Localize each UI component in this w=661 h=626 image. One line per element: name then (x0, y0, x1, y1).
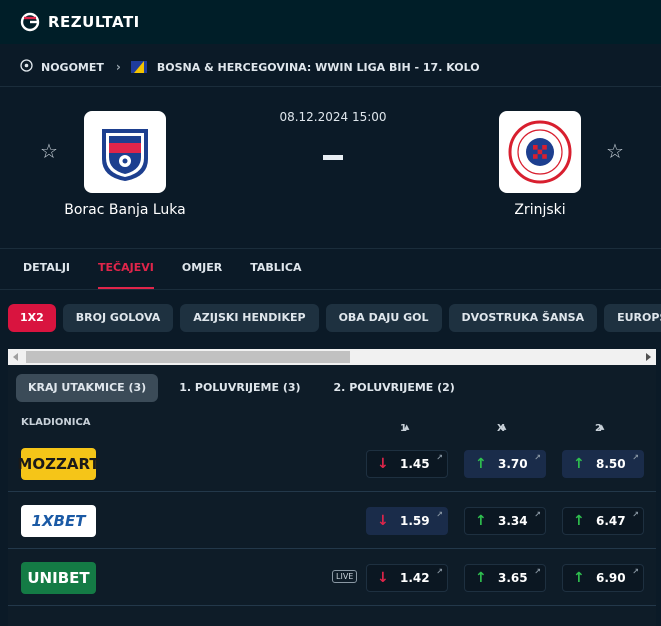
soccer-ball-icon (20, 59, 33, 75)
period-tabs: KRAJ UTAKMICE (3) 1. POLUVRIJEME (3) 2. … (16, 374, 476, 402)
arrow-up-icon: ↑ (475, 570, 487, 586)
score-separator (323, 155, 343, 160)
external-link-icon: ↗ (436, 510, 443, 519)
table-row: UNIBET LIVE ↓ 1.42 ↗ ↑ 3.65 ↗ ↑ 6.90 ↗ (8, 550, 656, 606)
brand-name: REZULTATI (48, 13, 140, 31)
site-logo[interactable]: REZULTATI (20, 12, 140, 32)
arrow-up-icon: ↑ (573, 513, 585, 529)
table-row: 1XBET ↓ 1.59 ↗ ↑ 3.34 ↗ ↑ 6.47 ↗ (8, 493, 656, 549)
external-link-icon: ↗ (436, 567, 443, 576)
unibet-logo[interactable]: UNIBET (21, 562, 96, 594)
scroll-left-icon[interactable] (13, 353, 18, 361)
logo-icon (20, 12, 42, 32)
sort-up-icon: ▲ (404, 423, 410, 431)
home-team-logo[interactable] (84, 111, 166, 193)
odd-away[interactable]: ↑ 8.50 ↗ (562, 450, 644, 478)
away-team-logo[interactable] (499, 111, 581, 193)
scroll-right-icon[interactable] (646, 353, 651, 361)
arrow-up-icon: ↑ (573, 570, 585, 586)
odd-value: 6.90 (596, 571, 626, 585)
odd-value: 3.70 (498, 457, 528, 471)
sort-up-icon: ▲ (599, 423, 605, 431)
favorite-home-star-icon[interactable]: ☆ (38, 140, 60, 162)
market-european-handicap[interactable]: EUROPSKI HENDIKEP (604, 304, 661, 332)
odd-value: 3.34 (498, 514, 528, 528)
market-asian-handicap[interactable]: AZIJSKI HENDIKEP (180, 304, 319, 332)
away-team-name[interactable]: Zrinjski (460, 202, 620, 218)
chevron-right-icon: › (115, 60, 121, 74)
column-bookmaker: KLADIONICA (21, 417, 91, 428)
tab-details[interactable]: DETALJI (23, 249, 70, 289)
period-first-half[interactable]: 1. POLUVRIJEME (3) (167, 374, 312, 402)
odd-home[interactable]: ↓ 1.42 ↗ (366, 564, 448, 592)
market-both-score[interactable]: OBA DAJU GOL (325, 304, 442, 332)
odd-value: 1.42 (400, 571, 430, 585)
arrow-up-icon: ↑ (475, 513, 487, 529)
external-link-icon: ↗ (534, 510, 541, 519)
odd-away[interactable]: ↑ 6.90 ↗ (562, 564, 644, 592)
odd-value: 8.50 (596, 457, 626, 471)
odds-panel: KRAJ UTAKMICE (3) 1. POLUVRIJEME (3) 2. … (8, 365, 656, 626)
odd-value: 1.59 (400, 514, 430, 528)
external-link-icon: ↗ (632, 567, 639, 576)
period-full-time[interactable]: KRAJ UTAKMICE (3) (16, 374, 159, 402)
zrinjski-crest-icon (508, 120, 572, 184)
top-bar: REZULTATI (0, 0, 661, 44)
arrow-up-icon: ↑ (475, 456, 487, 472)
match-datetime: 08.12.2024 15:00 (279, 110, 387, 124)
sort-up-icon: ▲ (501, 423, 507, 431)
external-link-icon: ↗ (436, 453, 443, 462)
match-header: ☆ Borac Banja Luka 08.12.2024 15:00 Zrin… (0, 88, 661, 248)
odd-value: 3.65 (498, 571, 528, 585)
odd-draw[interactable]: ↑ 3.34 ↗ (464, 507, 546, 535)
market-1x2[interactable]: 1X2 (8, 304, 56, 332)
arrow-up-icon: ↑ (573, 456, 585, 472)
borac-crest-icon (102, 129, 148, 181)
odd-value: 1.45 (400, 457, 430, 471)
breadcrumb-league[interactable]: BOSNA & HERCEGOVINA: WWIN LIGA BIH - 17.… (157, 61, 480, 74)
market-chips: 1X2 BROJ GOLOVA AZIJSKI HENDIKEP OBA DAJ… (8, 304, 661, 334)
external-link-icon: ↗ (632, 453, 639, 462)
odd-draw[interactable]: ↑ 3.65 ↗ (464, 564, 546, 592)
odd-home[interactable]: ↓ 1.45 ↗ (366, 450, 448, 478)
odd-away[interactable]: ↑ 6.47 ↗ (562, 507, 644, 535)
market-total-goals[interactable]: BROJ GOLOVA (62, 304, 174, 332)
table-row: MOZZART ↓ 1.45 ↗ ↑ 3.70 ↗ ↑ 8.50 ↗ (8, 436, 656, 492)
1xbet-logo[interactable]: 1XBET (21, 505, 96, 537)
odd-home[interactable]: ↓ 1.59 ↗ (366, 507, 448, 535)
odd-value: 6.47 (596, 514, 626, 528)
external-link-icon: ↗ (534, 567, 541, 576)
mozzart-logo[interactable]: MOZZART (17, 448, 100, 480)
scrollbar-thumb[interactable] (26, 351, 350, 363)
external-link-icon: ↗ (534, 453, 541, 462)
tab-odds[interactable]: TEČAJEVI (98, 249, 154, 289)
live-badge: LIVE (332, 570, 358, 583)
tab-h2h[interactable]: OMJER (182, 249, 222, 289)
odds-table-header: KLADIONICA 1 ▲ X ▲ 2 ▲ (8, 411, 656, 435)
period-second-half[interactable]: 2. POLUVRIJEME (2) (322, 374, 467, 402)
market-double-chance[interactable]: DVOSTRUKA ŠANSA (448, 304, 598, 332)
breadcrumb-sport[interactable]: NOGOMET (41, 61, 104, 74)
divider (0, 289, 661, 290)
odd-draw[interactable]: ↑ 3.70 ↗ (464, 450, 546, 478)
tab-standings[interactable]: TABLICA (250, 249, 301, 289)
arrow-down-icon: ↓ (377, 513, 389, 529)
arrow-down-icon: ↓ (377, 570, 389, 586)
favorite-away-star-icon[interactable]: ☆ (604, 140, 626, 162)
divider (0, 86, 661, 87)
breadcrumb: NOGOMET › BOSNA & HERCEGOVINA: WWIN LIGA… (0, 48, 661, 86)
bosnia-flag-icon (130, 61, 147, 73)
home-team-name[interactable]: Borac Banja Luka (45, 202, 205, 218)
horizontal-scrollbar[interactable] (8, 349, 656, 365)
match-tabs: DETALJI TEČAJEVI OMJER TABLICA (0, 249, 661, 289)
external-link-icon: ↗ (632, 510, 639, 519)
arrow-down-icon: ↓ (377, 456, 389, 472)
